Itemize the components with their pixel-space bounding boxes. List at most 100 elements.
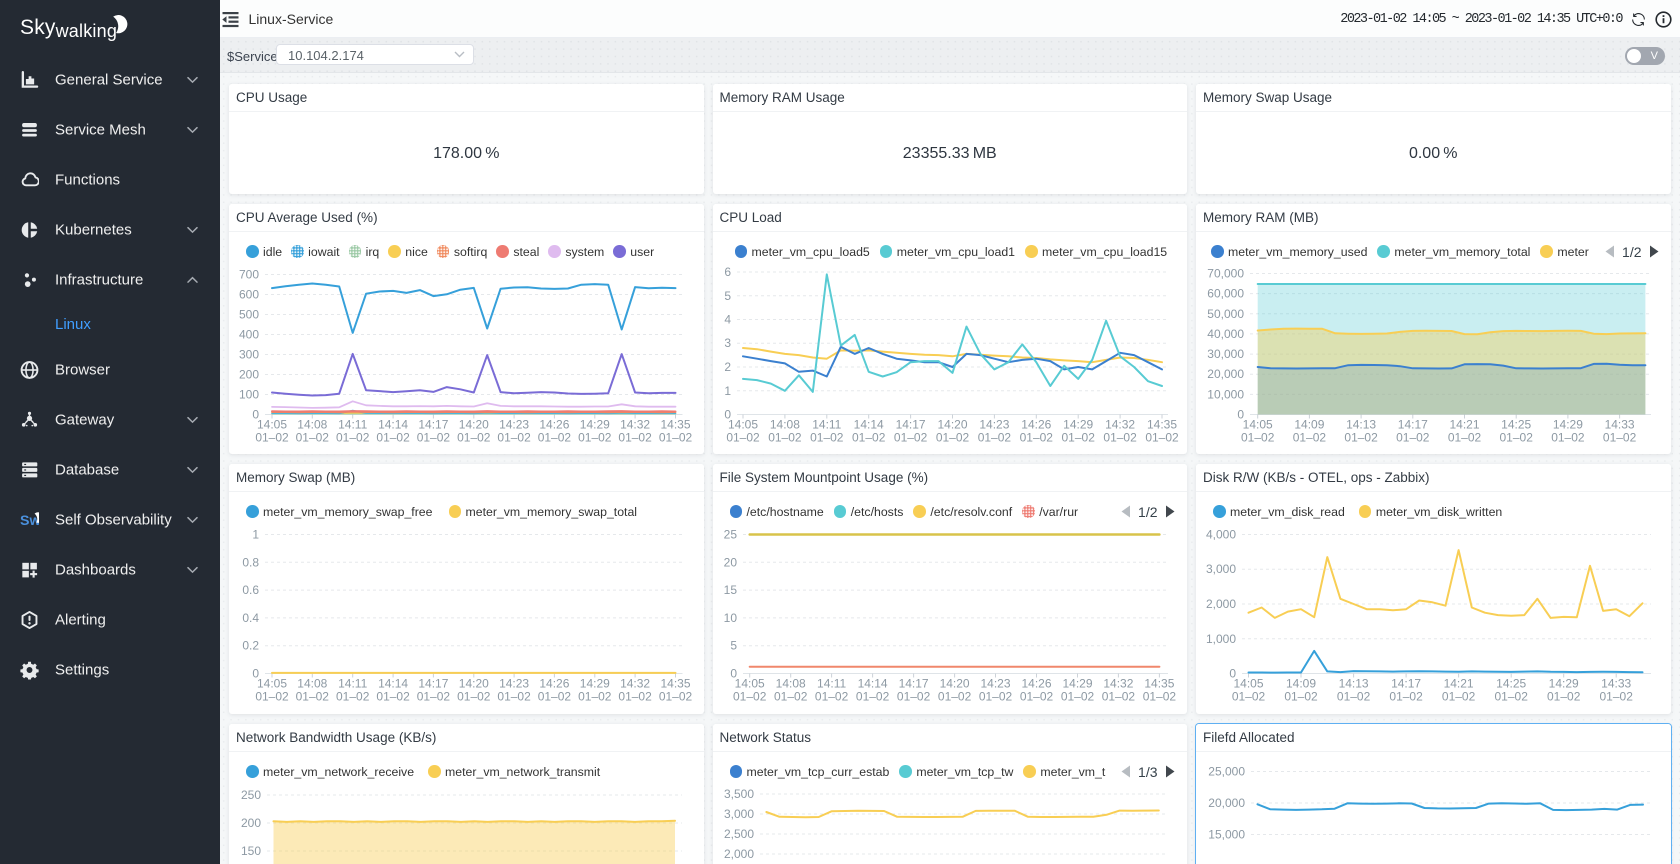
svg-text:3,000: 3,000 bbox=[1206, 562, 1236, 576]
svg-text:14:20: 14:20 bbox=[939, 676, 969, 690]
svg-text:25: 25 bbox=[723, 527, 737, 541]
svg-text:01–02: 01–02 bbox=[893, 430, 927, 444]
svg-text:01–02: 01–02 bbox=[937, 689, 971, 703]
svg-text:100: 100 bbox=[239, 387, 259, 401]
svg-text:14:29: 14:29 bbox=[580, 417, 610, 431]
svg-text:14:17: 14:17 bbox=[418, 676, 448, 690]
svg-text:14:23: 14:23 bbox=[499, 676, 529, 690]
svg-text:14:09: 14:09 bbox=[1286, 676, 1316, 690]
svg-text:01–02: 01–02 bbox=[852, 430, 886, 444]
svg-text:01–02: 01–02 bbox=[978, 689, 1012, 703]
svg-text:01–02: 01–02 bbox=[1603, 430, 1637, 444]
svg-text:01–02: 01–02 bbox=[1600, 689, 1634, 703]
svg-text:14:35: 14:35 bbox=[660, 417, 690, 431]
svg-text:01–02: 01–02 bbox=[810, 430, 844, 444]
svg-text:01–02: 01–02 bbox=[774, 689, 808, 703]
svg-text:2,500: 2,500 bbox=[723, 827, 753, 841]
svg-text:500: 500 bbox=[239, 307, 259, 321]
svg-text:01–02: 01–02 bbox=[1396, 430, 1430, 444]
svg-text:01–02: 01–02 bbox=[1551, 430, 1585, 444]
svg-text:14:33: 14:33 bbox=[1601, 676, 1631, 690]
svg-text:01–02: 01–02 bbox=[814, 689, 848, 703]
svg-text:2: 2 bbox=[724, 360, 731, 374]
svg-text:01–02: 01–02 bbox=[1500, 430, 1534, 444]
svg-text:01–02: 01–02 bbox=[726, 430, 760, 444]
svg-text:14:05: 14:05 bbox=[257, 676, 287, 690]
svg-text:700: 700 bbox=[239, 267, 259, 281]
svg-text:3,500: 3,500 bbox=[723, 787, 753, 801]
svg-text:14:32: 14:32 bbox=[1105, 417, 1135, 431]
svg-text:60,000: 60,000 bbox=[1207, 286, 1244, 300]
svg-text:250: 250 bbox=[241, 788, 261, 802]
svg-text:200: 200 bbox=[241, 816, 261, 830]
svg-text:14:20: 14:20 bbox=[459, 676, 489, 690]
svg-text:14:14: 14:14 bbox=[378, 676, 408, 690]
svg-text:01–02: 01–02 bbox=[457, 430, 491, 444]
svg-text:14:29: 14:29 bbox=[580, 676, 610, 690]
svg-text:01–02: 01–02 bbox=[896, 689, 930, 703]
svg-text:01–02: 01–02 bbox=[1145, 430, 1179, 444]
svg-text:3: 3 bbox=[724, 336, 731, 350]
svg-text:14:23: 14:23 bbox=[980, 676, 1010, 690]
svg-text:01–02: 01–02 bbox=[1284, 689, 1318, 703]
svg-text:14:17: 14:17 bbox=[895, 417, 925, 431]
svg-text:14:17: 14:17 bbox=[418, 417, 448, 431]
svg-text:14:08: 14:08 bbox=[769, 417, 799, 431]
svg-text:14:14: 14:14 bbox=[378, 417, 408, 431]
svg-text:14:05: 14:05 bbox=[734, 676, 764, 690]
svg-text:5: 5 bbox=[724, 288, 731, 302]
svg-text:14:35: 14:35 bbox=[1146, 417, 1176, 431]
svg-text:01–02: 01–02 bbox=[497, 430, 531, 444]
svg-text:01–02: 01–02 bbox=[1019, 689, 1053, 703]
svg-text:01–02: 01–02 bbox=[417, 430, 451, 444]
svg-text:14:11: 14:11 bbox=[817, 676, 846, 690]
svg-text:14:33: 14:33 bbox=[1605, 417, 1635, 431]
svg-text:200: 200 bbox=[239, 367, 259, 381]
svg-text:30,000: 30,000 bbox=[1207, 347, 1244, 361]
svg-text:0.8: 0.8 bbox=[242, 555, 259, 569]
svg-text:14:11: 14:11 bbox=[338, 676, 367, 690]
svg-text:1: 1 bbox=[252, 527, 259, 541]
svg-text:01–02: 01–02 bbox=[855, 689, 889, 703]
svg-text:01–02: 01–02 bbox=[768, 430, 802, 444]
svg-text:14:08: 14:08 bbox=[775, 676, 805, 690]
svg-text:14:17: 14:17 bbox=[1398, 417, 1428, 431]
svg-text:01–02: 01–02 bbox=[1142, 689, 1176, 703]
svg-text:01–02: 01–02 bbox=[733, 689, 767, 703]
svg-text:01–02: 01–02 bbox=[1495, 689, 1529, 703]
svg-text:01–02: 01–02 bbox=[1442, 689, 1476, 703]
svg-text:01–02: 01–02 bbox=[1337, 689, 1371, 703]
svg-text:20: 20 bbox=[723, 555, 737, 569]
svg-text:01–02: 01–02 bbox=[336, 689, 370, 703]
svg-text:1: 1 bbox=[724, 383, 731, 397]
svg-text:14:20: 14:20 bbox=[459, 417, 489, 431]
svg-text:01–02: 01–02 bbox=[1344, 430, 1378, 444]
svg-text:01–02: 01–02 bbox=[659, 430, 693, 444]
svg-text:01–02: 01–02 bbox=[618, 689, 652, 703]
svg-text:14:05: 14:05 bbox=[727, 417, 757, 431]
svg-text:14:23: 14:23 bbox=[979, 417, 1009, 431]
svg-text:01–02: 01–02 bbox=[457, 689, 491, 703]
svg-text:01–02: 01–02 bbox=[977, 430, 1011, 444]
svg-text:01–02: 01–02 bbox=[538, 689, 572, 703]
svg-text:01–02: 01–02 bbox=[296, 430, 330, 444]
svg-text:20,000: 20,000 bbox=[1208, 796, 1245, 810]
svg-text:01–02: 01–02 bbox=[376, 689, 410, 703]
svg-text:25,000: 25,000 bbox=[1208, 764, 1245, 778]
svg-text:14:05: 14:05 bbox=[1243, 417, 1273, 431]
svg-text:14:35: 14:35 bbox=[1144, 676, 1174, 690]
svg-text:01–02: 01–02 bbox=[578, 430, 612, 444]
svg-text:01–02: 01–02 bbox=[417, 689, 451, 703]
svg-text:14:11: 14:11 bbox=[812, 417, 841, 431]
svg-text:14:32: 14:32 bbox=[620, 676, 650, 690]
svg-text:01–02: 01–02 bbox=[336, 430, 370, 444]
svg-text:4: 4 bbox=[724, 312, 731, 326]
svg-text:14:17: 14:17 bbox=[1391, 676, 1421, 690]
svg-text:6: 6 bbox=[724, 265, 731, 279]
svg-text:14:26: 14:26 bbox=[1021, 676, 1051, 690]
svg-text:14:11: 14:11 bbox=[338, 417, 367, 431]
svg-text:14:13: 14:13 bbox=[1339, 676, 1369, 690]
svg-text:14:08: 14:08 bbox=[297, 417, 327, 431]
svg-text:14:23: 14:23 bbox=[499, 417, 529, 431]
svg-text:5: 5 bbox=[730, 638, 737, 652]
